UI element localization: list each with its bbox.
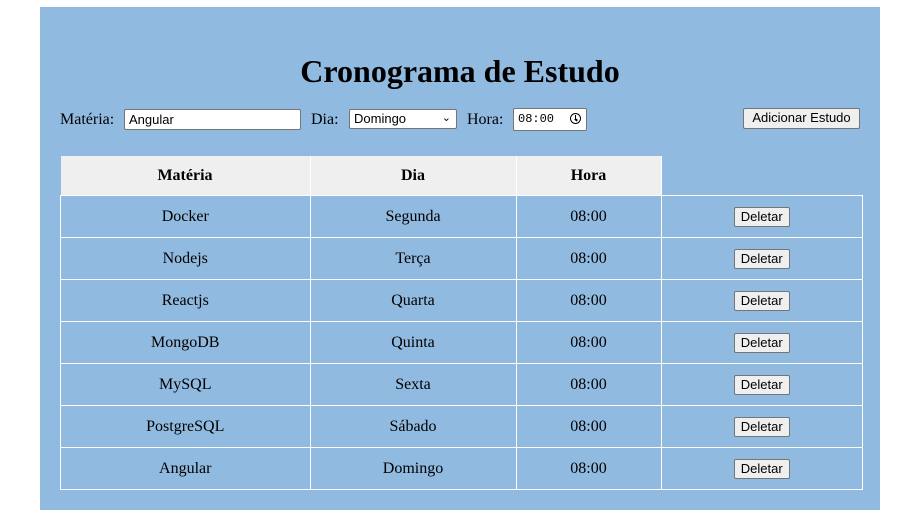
delete-button[interactable]: Deletar	[733, 290, 790, 311]
cell-materia: Docker	[60, 195, 311, 238]
delete-button[interactable]: Deletar	[733, 374, 790, 395]
add-study-button[interactable]: Adicionar Estudo	[743, 108, 860, 129]
cell-dia: Domingo	[309, 447, 517, 490]
cell-actions: Deletar	[660, 363, 863, 406]
materia-label: Matéria:	[60, 111, 115, 128]
cell-hora: 08:00	[515, 321, 662, 364]
table-row: Reactjs Quarta 08:00 Deletar	[60, 279, 863, 322]
dia-select-value: Domingo	[354, 111, 407, 126]
add-study-form: Matéria: Angular Dia: Domingo ⌄ Hora: 08…	[60, 107, 860, 131]
table-header-row: Matéria Dia Hora	[60, 156, 863, 196]
hora-input-value: 08:00	[518, 112, 555, 126]
cell-materia: Angular	[60, 447, 311, 490]
cell-actions: Deletar	[660, 279, 863, 322]
delete-button[interactable]: Deletar	[733, 332, 790, 353]
column-header-dia: Dia	[310, 156, 517, 196]
chevron-down-icon: ⌄	[441, 112, 451, 124]
column-header-hora: Hora	[516, 156, 662, 196]
cell-dia: Quarta	[309, 279, 517, 322]
cell-hora: 08:00	[515, 447, 662, 490]
delete-button[interactable]: Deletar	[733, 458, 790, 479]
table-row: MongoDB Quinta 08:00 Deletar	[60, 321, 863, 364]
cell-actions: Deletar	[660, 195, 863, 238]
schedule-panel: Cronograma de Estudo Matéria: Angular Di…	[40, 7, 880, 510]
schedule-table: Matéria Dia Hora Docker Segunda 08:00 Delet…	[60, 156, 863, 490]
delete-button[interactable]: Deletar	[733, 416, 790, 437]
table-row: Nodejs Terça 08:00 Deletar	[60, 237, 863, 280]
cell-materia: MySQL	[60, 363, 311, 406]
column-header-materia: Matéria	[60, 156, 311, 196]
hora-label: Hora:	[467, 111, 504, 128]
cell-hora: 08:00	[515, 237, 662, 280]
cell-materia: Nodejs	[60, 237, 311, 280]
cell-hora: 08:00	[515, 279, 662, 322]
cell-actions: Deletar	[660, 405, 863, 448]
cell-dia: Sexta	[309, 363, 517, 406]
table-row: PostgreSQL Sábado 08:00 Deletar	[60, 405, 863, 448]
cell-actions: Deletar	[660, 321, 863, 364]
delete-button[interactable]: Deletar	[733, 206, 790, 227]
cell-dia: Sábado	[309, 405, 517, 448]
cell-dia: Quinta	[309, 321, 517, 364]
cell-hora: 08:00	[515, 195, 662, 238]
cell-actions: Deletar	[660, 237, 863, 280]
clock-icon	[570, 113, 581, 124]
materia-input[interactable]: Angular	[124, 109, 301, 130]
cell-hora: 08:00	[515, 363, 662, 406]
cell-materia: MongoDB	[60, 321, 311, 364]
column-header-actions	[661, 156, 863, 196]
table-row: MySQL Sexta 08:00 Deletar	[60, 363, 863, 406]
hora-input[interactable]: 08:00	[513, 108, 587, 131]
cell-dia: Segunda	[309, 195, 517, 238]
delete-button[interactable]: Deletar	[733, 248, 790, 269]
cell-actions: Deletar	[660, 447, 863, 490]
dia-label: Dia:	[311, 111, 339, 128]
cell-materia: PostgreSQL	[60, 405, 311, 448]
cell-hora: 08:00	[515, 405, 662, 448]
dia-select[interactable]: Domingo ⌄	[349, 109, 457, 129]
cell-dia: Terça	[309, 237, 517, 280]
cell-materia: Reactjs	[60, 279, 311, 322]
page-title: Cronograma de Estudo	[300, 53, 620, 89]
table-row: Docker Segunda 08:00 Deletar	[60, 195, 863, 238]
table-row: Angular Domingo 08:00 Deletar	[60, 447, 863, 490]
